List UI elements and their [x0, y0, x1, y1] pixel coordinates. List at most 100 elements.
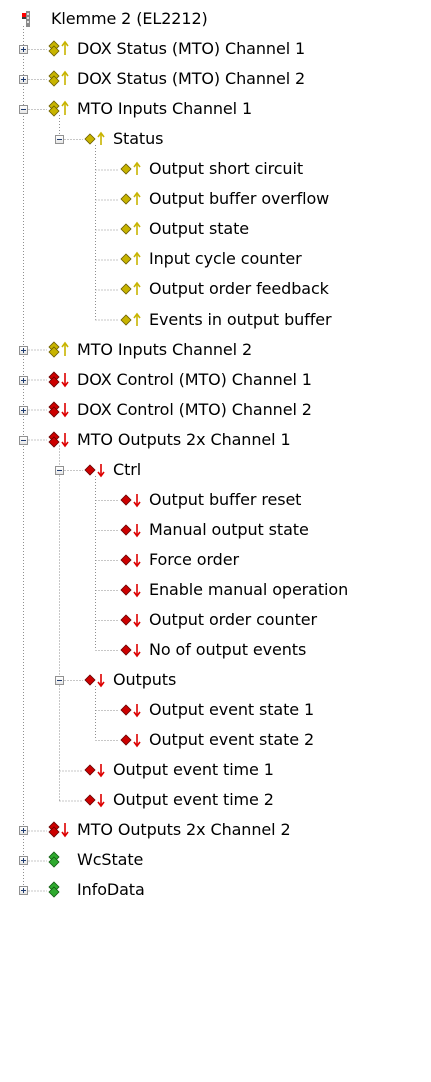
tree-node-label: MTO Inputs Channel 2: [77, 339, 253, 359]
tree-node-infodata[interactable]: InfoData: [48, 875, 145, 905]
expand-plus-icon[interactable]: [19, 826, 28, 836]
expand-plus-icon[interactable]: [19, 45, 28, 55]
input-var-icon: [120, 219, 146, 239]
expand-plus-icon[interactable]: [19, 405, 28, 415]
tree-node-output-short-circuit[interactable]: Output short circuit: [120, 154, 303, 184]
tree-node-dox-status-1[interactable]: DOX Status (MTO) Channel 1: [48, 34, 305, 64]
tree-node-status[interactable]: Status: [84, 124, 163, 154]
tree-node-dox-status-2[interactable]: DOX Status (MTO) Channel 2: [48, 64, 305, 94]
input-var-icon: [84, 129, 110, 149]
tree-node-label: No of output events: [149, 640, 307, 660]
tree-node-events-in-output-buffer[interactable]: Events in output buffer: [120, 305, 332, 335]
tree-node-output-order-counter[interactable]: Output order counter: [120, 605, 317, 635]
tree-node-label: Output order feedback: [149, 279, 329, 299]
tree-node-mto-inputs-2[interactable]: MTO Inputs Channel 2: [48, 335, 252, 365]
output-var-icon: [120, 700, 146, 720]
output-var-icon: [84, 790, 110, 810]
tree-node-label: DOX Control (MTO) Channel 1: [77, 369, 312, 389]
tree-node-label: Output order counter: [149, 610, 317, 629]
tree-node-label: Enable manual operation: [149, 579, 349, 599]
tree-node-label: Output short circuit: [149, 159, 303, 179]
tree-node-label: Outputs: [113, 670, 177, 690]
input-group-icon: [48, 340, 74, 360]
tree-node-input-cycle-counter[interactable]: Input cycle counter: [120, 244, 302, 274]
tree-node-label: Output state: [149, 219, 249, 239]
output-group-icon: [48, 400, 74, 420]
output-group-icon: [48, 430, 74, 450]
tree-node-label: DOX Status (MTO) Channel 2: [77, 69, 306, 89]
collapse-minus-icon[interactable]: [55, 676, 64, 686]
tree-node-label: WcState: [77, 850, 144, 870]
input-group-icon: [48, 99, 74, 119]
status-group-icon: [48, 880, 74, 900]
tree-node-label: Output event time 2: [113, 790, 274, 810]
tree-node-label: Output buffer overflow: [149, 189, 330, 209]
tree-node-manual-output-state[interactable]: Manual output state: [120, 515, 309, 545]
terminal-icon: [22, 9, 48, 29]
expand-plus-icon[interactable]: [19, 375, 28, 385]
input-var-icon: [120, 249, 146, 269]
tree-node-force-order[interactable]: Force order: [120, 545, 239, 575]
tree-node-label: MTO Outputs 2x Channel 1: [77, 429, 291, 449]
tree-node-label: MTO Outputs 2x Channel 2: [77, 820, 291, 840]
output-var-icon: [120, 640, 146, 660]
tree-node-output-buffer-reset[interactable]: Output buffer reset: [120, 485, 301, 515]
input-var-icon: [120, 310, 146, 330]
tree-node-label: Force order: [149, 549, 239, 569]
input-group-icon: [48, 39, 74, 59]
tree-node-label: Output event state 1: [149, 700, 315, 720]
collapse-minus-icon[interactable]: [19, 435, 28, 445]
output-var-icon: [84, 670, 110, 690]
output-var-icon: [120, 730, 146, 750]
collapse-minus-icon[interactable]: [55, 465, 64, 475]
output-var-icon: [84, 460, 110, 480]
tree-node-mto-outputs-1[interactable]: MTO Outputs 2x Channel 1: [48, 425, 291, 455]
tree-node-label: DOX Status (MTO) Channel 1: [77, 39, 306, 59]
collapse-minus-icon[interactable]: [55, 135, 64, 145]
tree-node-label: InfoData: [77, 880, 145, 900]
output-var-icon: [120, 610, 146, 630]
tree-node-label: Ctrl: [113, 459, 142, 479]
expand-plus-icon[interactable]: [19, 856, 28, 866]
tree-node-mto-outputs-2[interactable]: MTO Outputs 2x Channel 2: [48, 815, 291, 845]
expand-plus-icon[interactable]: [19, 75, 28, 85]
output-var-icon: [120, 550, 146, 570]
tree-node-output-order-feedback[interactable]: Output order feedback: [120, 274, 329, 304]
tree-node-label: Output event time 1: [113, 760, 274, 780]
input-var-icon: [120, 279, 146, 299]
tree-node-dox-control-2[interactable]: DOX Control (MTO) Channel 2: [48, 395, 312, 425]
io-tree-view[interactable]: Klemme 2 (EL2212) DOX Status (MTO) Chann…: [0, 0, 431, 1082]
output-var-icon: [84, 760, 110, 780]
tree-node-wcstate[interactable]: WcState: [48, 845, 143, 875]
tree-node-label: Status: [113, 129, 164, 149]
tree-node-label: Manual output state: [149, 519, 309, 539]
tree-node-output-event-state-2[interactable]: Output event state 2: [120, 725, 314, 755]
input-group-icon: [48, 69, 74, 89]
tree-node-ctrl[interactable]: Ctrl: [84, 455, 141, 485]
status-group-icon: [48, 850, 74, 870]
tree-node-output-event-time-2[interactable]: Output event time 2: [84, 785, 274, 815]
output-var-icon: [120, 580, 146, 600]
tree-node-label: DOX Control (MTO) Channel 2: [77, 399, 312, 419]
tree-node-output-state[interactable]: Output state: [120, 214, 249, 244]
tree-node-label: Events in output buffer: [149, 309, 332, 329]
tree-node-label: Input cycle counter: [149, 249, 302, 269]
tree-node-no-of-output-events[interactable]: No of output events: [120, 635, 306, 665]
tree-node-label: MTO Inputs Channel 1: [77, 99, 253, 119]
tree-node-output-buffer-overflow[interactable]: Output buffer overflow: [120, 184, 329, 214]
tree-root[interactable]: Klemme 2 (EL2212): [22, 4, 208, 34]
tree-node-dox-control-1[interactable]: DOX Control (MTO) Channel 1: [48, 365, 312, 395]
tree-node-output-event-time-1[interactable]: Output event time 1: [84, 755, 274, 785]
tree-node-mto-inputs-1[interactable]: MTO Inputs Channel 1: [48, 94, 252, 124]
tree-node-outputs[interactable]: Outputs: [84, 665, 176, 695]
tree-node-output-event-state-1[interactable]: Output event state 1: [120, 695, 314, 725]
output-var-icon: [120, 520, 146, 540]
input-var-icon: [120, 159, 146, 179]
collapse-minus-icon[interactable]: [19, 105, 28, 115]
tree-node-label: Output event state 2: [149, 730, 315, 750]
tree-node-enable-manual-operation[interactable]: Enable manual operation: [120, 575, 348, 605]
expand-plus-icon[interactable]: [19, 345, 28, 355]
input-var-icon: [120, 189, 146, 209]
expand-plus-icon[interactable]: [19, 886, 28, 896]
tree-node-label: Output buffer reset: [149, 489, 302, 509]
